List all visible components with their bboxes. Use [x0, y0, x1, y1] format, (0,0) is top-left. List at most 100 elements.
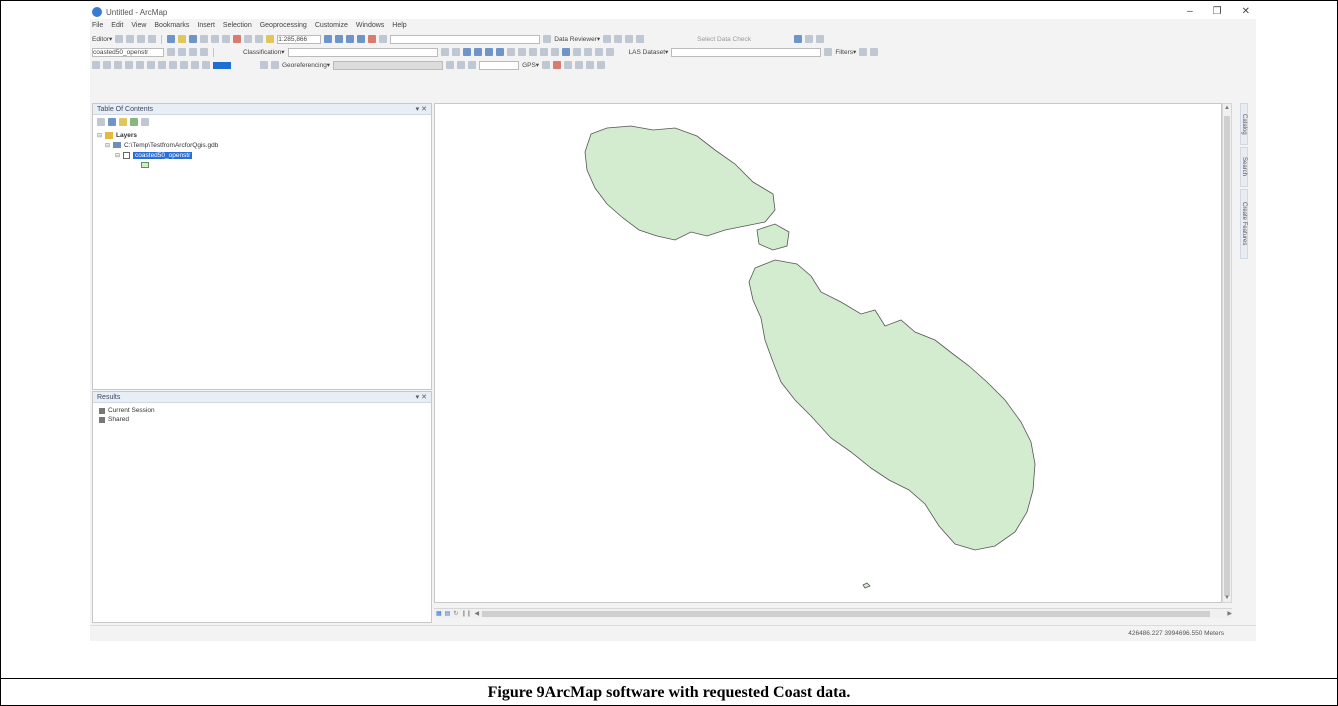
- filters-menu[interactable]: Filters▾: [835, 48, 856, 56]
- layer-tool-icon-2[interactable]: [178, 48, 186, 56]
- classification-menu[interactable]: Classification▾: [243, 48, 285, 56]
- scroll-right-icon[interactable]: ▶: [1227, 610, 1232, 617]
- gps-tool-icon-1[interactable]: [542, 61, 551, 69]
- measure-icon[interactable]: [583, 48, 592, 56]
- vertex-tool-icon[interactable]: [137, 35, 146, 43]
- georef-layer-field[interactable]: [333, 60, 444, 70]
- georef-tool-icon-2[interactable]: [271, 61, 279, 69]
- data-view-icon[interactable]: ▦: [436, 610, 442, 617]
- delete-icon[interactable]: [233, 35, 242, 43]
- toc-window-icon[interactable]: [335, 35, 344, 43]
- reviewer-tool-icon-1[interactable]: [603, 35, 612, 43]
- pause-drawing-icon[interactable]: ❙❙: [461, 610, 471, 617]
- list-by-visibility-icon[interactable]: [119, 117, 127, 126]
- georef-value-field[interactable]: [479, 60, 520, 70]
- check-tool-icon-1[interactable]: [804, 35, 813, 43]
- search-tab[interactable]: Search: [1240, 147, 1248, 187]
- python-window-icon[interactable]: [379, 35, 388, 43]
- georef-tool-icon-3[interactable]: [446, 61, 455, 69]
- layer-dropdown[interactable]: coasted50_openstr: [92, 47, 164, 57]
- menu-customize[interactable]: Customize: [315, 20, 348, 32]
- edit-tool-icon[interactable]: [115, 35, 124, 43]
- html-popup-icon[interactable]: [605, 48, 614, 56]
- scale-field[interactable]: 1:285,866: [277, 34, 322, 44]
- fixed-zoom-in-icon[interactable]: [506, 48, 515, 56]
- menu-view[interactable]: View: [131, 20, 146, 32]
- draw-tool-icon-7[interactable]: [158, 61, 166, 69]
- menu-geoprocessing[interactable]: Geoprocessing: [260, 20, 307, 32]
- blank-dropdown-1[interactable]: [390, 34, 541, 44]
- visibility-checkbox[interactable]: [123, 151, 131, 159]
- open-folder-icon[interactable]: [178, 35, 187, 43]
- pan-icon[interactable]: [484, 48, 493, 56]
- las-tool-icon[interactable]: [824, 48, 833, 56]
- draw-tool-icon-9[interactable]: [180, 61, 188, 69]
- layout-view-icon[interactable]: ▤: [445, 610, 451, 617]
- results-item[interactable]: Current Session: [99, 406, 425, 415]
- gps-tool-icon-5[interactable]: [586, 61, 595, 69]
- horizontal-scroll-thumb[interactable]: [482, 610, 1211, 617]
- gps-menu[interactable]: GPS▾: [522, 61, 539, 69]
- reviewer-icon[interactable]: [543, 35, 552, 43]
- class-tool-icon-1[interactable]: [440, 48, 449, 56]
- menu-insert[interactable]: Insert: [197, 20, 215, 32]
- toc-options-icon[interactable]: [141, 117, 149, 126]
- georef-tool-icon-5[interactable]: [468, 61, 477, 69]
- reviewer-tool-icon-2[interactable]: [614, 35, 623, 43]
- zoom-out-icon[interactable]: [473, 48, 482, 56]
- catalog-window-icon[interactable]: [346, 35, 355, 43]
- close-button[interactable]: ✕: [1242, 5, 1250, 19]
- refresh-icon[interactable]: ↻: [453, 610, 458, 617]
- menu-selection[interactable]: Selection: [223, 20, 252, 32]
- georeferencing-menu[interactable]: Georeferencing▾: [282, 61, 330, 69]
- draw-tool-icon-11[interactable]: [202, 61, 210, 69]
- menu-file[interactable]: File: [92, 20, 103, 32]
- vertical-scroll-thumb[interactable]: [1224, 116, 1230, 596]
- map-view[interactable]: [434, 103, 1222, 603]
- menu-windows[interactable]: Windows: [356, 20, 384, 32]
- arctoolbox-icon[interactable]: [368, 35, 377, 43]
- polygon-symbol-icon[interactable]: [141, 162, 149, 168]
- layer-tool-icon-4[interactable]: [200, 48, 208, 56]
- map-horizontal-scrollbar[interactable]: ▦ ▤ ↻ ❙❙ ◀ ▶: [434, 608, 1232, 618]
- draw-tool-icon-2[interactable]: [103, 61, 111, 69]
- draw-tool-icon-8[interactable]: [169, 61, 177, 69]
- split-tool-icon[interactable]: [148, 35, 157, 43]
- gps-tool-icon-2[interactable]: [553, 61, 562, 69]
- las-dataset-field[interactable]: [671, 47, 822, 57]
- run-check-icon[interactable]: [793, 35, 802, 43]
- sketch-tool-icon[interactable]: [126, 35, 135, 43]
- save-icon[interactable]: [189, 35, 198, 43]
- draw-tool-icon-5[interactable]: [136, 61, 144, 69]
- list-by-selection-icon[interactable]: [130, 117, 138, 126]
- scroll-left-icon[interactable]: ◀: [474, 610, 479, 617]
- tree-row-gdb[interactable]: ⊟ C:\Temp\TestfromArcforQgis.gdb: [97, 140, 427, 150]
- menu-bookmarks[interactable]: Bookmarks: [154, 20, 189, 32]
- georef-tool-icon-4[interactable]: [457, 61, 466, 69]
- georef-tool-icon-1[interactable]: [260, 61, 268, 69]
- results-pin-close-icon[interactable]: ▾ ✕: [416, 393, 427, 401]
- draw-tool-icon-3[interactable]: [114, 61, 122, 69]
- editor-menu[interactable]: Editor▾: [92, 35, 112, 43]
- minimize-button[interactable]: –: [1187, 5, 1193, 19]
- draw-tool-icon-1[interactable]: [92, 61, 100, 69]
- reviewer-tool-icon-4[interactable]: [636, 35, 645, 43]
- menu-edit[interactable]: Edit: [111, 20, 123, 32]
- layer-tool-icon-3[interactable]: [189, 48, 197, 56]
- gps-tool-icon-4[interactable]: [575, 61, 584, 69]
- collapse-icon[interactable]: ⊟: [97, 132, 102, 139]
- forward-extent-icon[interactable]: [539, 48, 548, 56]
- collapse-icon[interactable]: ⊟: [115, 152, 120, 159]
- classification-field[interactable]: [287, 47, 438, 57]
- check-tool-icon-2[interactable]: [815, 35, 824, 43]
- class-tool-icon-2[interactable]: [451, 48, 460, 56]
- redo-icon[interactable]: [255, 35, 264, 43]
- results-item[interactable]: Shared: [99, 415, 425, 424]
- find-icon[interactable]: [572, 48, 581, 56]
- reviewer-tool-icon-3[interactable]: [625, 35, 634, 43]
- tree-row-layers[interactable]: ⊟ Layers: [97, 130, 427, 140]
- layer-tool-icon-1[interactable]: [167, 48, 175, 56]
- list-by-source-icon[interactable]: [108, 117, 116, 126]
- select-features-icon[interactable]: [550, 48, 559, 56]
- print-icon[interactable]: [200, 35, 209, 43]
